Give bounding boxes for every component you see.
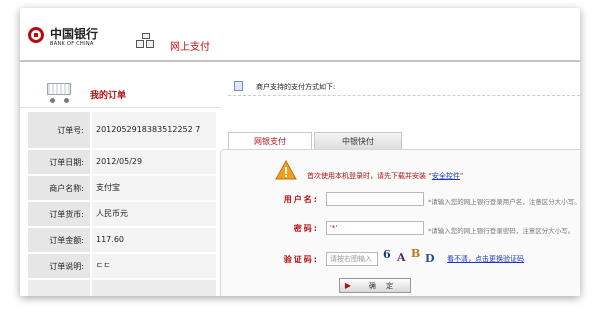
order-row-description: 订单说明: ㄷㄷ xyxy=(28,254,216,278)
order-value: 2012052918383512252 7 xyxy=(92,112,216,148)
username-hint: *请输入您的网上银行登录用户名，注意区分大小写。 xyxy=(428,198,580,206)
order-table: 订单号: 2012052918383512252 7 订单日期: 2012/05… xyxy=(28,112,216,296)
password-input[interactable]: '*' xyxy=(326,221,424,235)
confirm-button[interactable]: ▶ 确 定 xyxy=(339,278,411,293)
order-heading-row: 我的订单 xyxy=(20,72,220,108)
order-row-date: 订单日期: 2012/05/29 xyxy=(28,150,216,174)
order-row-blank xyxy=(28,280,216,296)
shopping-cart-icon xyxy=(42,81,74,103)
password-hint: *请输入您的网上银行登录密码，注意区分大小写。 xyxy=(428,227,575,235)
warning-text-end: ” xyxy=(459,172,464,180)
order-row-merchant: 商户名称: 支付宝 xyxy=(28,176,216,200)
page-frame: 中国银行 BANK OF CHINA 网上支付 我的订单 订单号: 201205… xyxy=(20,8,580,296)
page-title: 网上支付 xyxy=(170,42,210,53)
captcha-char: 6 xyxy=(383,248,391,261)
order-value: 人民币元 xyxy=(92,202,216,226)
username-input[interactable] xyxy=(326,192,424,206)
order-panel: 我的订单 订单号: 2012052918383512252 7 订单日期: 20… xyxy=(20,64,220,296)
security-warning: 首次使用本机登录时，请先下载并安装 “安全控件” xyxy=(307,171,464,181)
password-label: 密码: xyxy=(293,224,319,233)
login-form: 首次使用本机登录时，请先下载并安装 “安全控件” 用户名: *请输入您的网上银行… xyxy=(220,149,580,296)
order-value: ㄷㄷ xyxy=(92,254,216,278)
captcha-refresh-link[interactable]: 看不清，点击更换验证码 xyxy=(447,254,524,264)
order-label: 订单货币: xyxy=(28,202,90,226)
payment-methods-notice: 商户支持的支付方式如下: xyxy=(228,78,580,96)
logo-english-text: BANK OF CHINA xyxy=(50,41,94,47)
captcha-input[interactable]: 请按右图输入 xyxy=(326,252,378,266)
order-row-number: 订单号: 2012052918383512252 7 xyxy=(28,112,216,148)
tab-boc-quickpay[interactable]: 中银快付 xyxy=(314,132,402,150)
captcha-char: D xyxy=(425,252,435,265)
payment-tabs: 网银支付 中银快付 xyxy=(228,132,580,150)
order-label: 订单说明: xyxy=(28,254,90,278)
my-order-heading: 我的订单 xyxy=(90,91,127,101)
order-row-amount: 订单金额: 117.60 xyxy=(28,228,216,252)
online-payment-icon xyxy=(134,33,160,49)
header-divider xyxy=(20,60,580,62)
order-label: 商户名称: xyxy=(28,176,90,200)
captcha-image: 6 A B D xyxy=(381,246,437,268)
arrow-right-icon: ▶ xyxy=(344,281,352,290)
username-label: 用户名: xyxy=(283,195,319,204)
captcha-char: A xyxy=(397,251,406,264)
order-value: 117.60 xyxy=(92,228,216,252)
warning-text: 首次使用本机登录时，请先下载并安装 “ xyxy=(307,172,432,180)
order-label: 订单号: xyxy=(28,112,90,148)
confirm-button-label: 确 定 xyxy=(368,281,398,290)
security-control-link[interactable]: 安全控件 xyxy=(432,172,460,180)
warning-icon xyxy=(275,159,297,180)
order-label: 订单日期: xyxy=(28,150,90,174)
captcha-label: 验证码: xyxy=(283,255,319,264)
captcha-char: B xyxy=(411,247,421,260)
boc-logo-icon xyxy=(28,27,44,43)
tab-online-banking[interactable]: 网银支付 xyxy=(228,132,312,150)
order-label: 订单金额: xyxy=(28,228,90,252)
order-value: 支付宝 xyxy=(92,176,216,200)
logo-chinese-text: 中国银行 xyxy=(50,27,99,41)
document-icon xyxy=(234,81,243,91)
payment-panel: 商户支持的支付方式如下: 网银支付 中银快付 首次使用本机登录时，请先下载并安装… xyxy=(220,64,580,296)
notice-text: 商户支持的支付方式如下: xyxy=(256,83,336,91)
order-value: 2012/05/29 xyxy=(92,150,216,174)
header: 中国银行 BANK OF CHINA 网上支付 xyxy=(20,8,580,60)
order-row-currency: 订单货币: 人民币元 xyxy=(28,202,216,226)
